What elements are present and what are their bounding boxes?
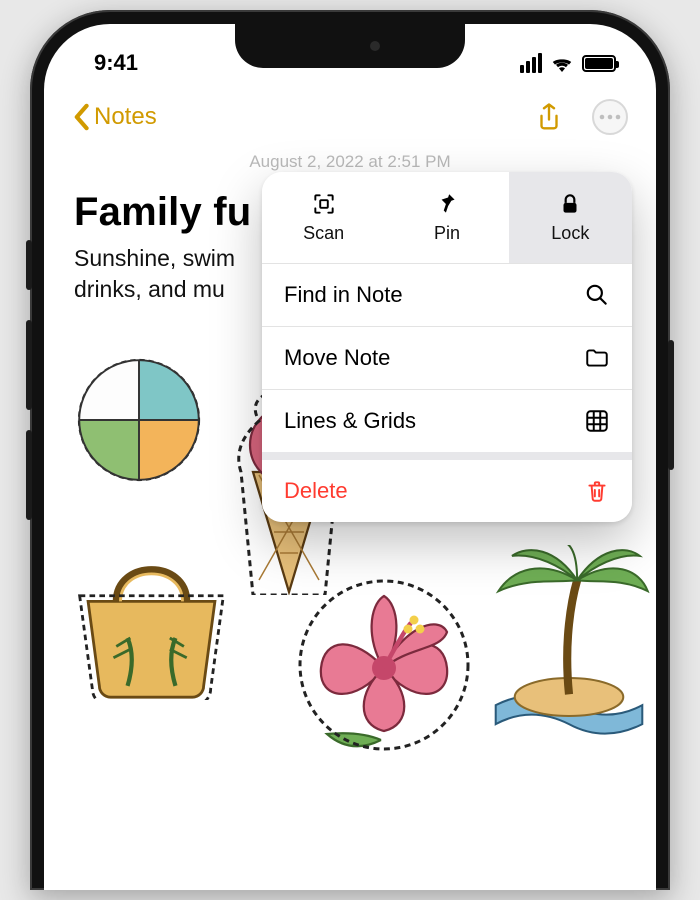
screen: 9:41 Notes (44, 24, 656, 890)
move-note-row[interactable]: Move Note (262, 326, 632, 389)
search-icon (584, 282, 610, 308)
lock-button[interactable]: Lock (509, 172, 632, 263)
menu-list: Find in Note Move Note Lines & Grids Del… (262, 264, 632, 522)
side-button (26, 430, 32, 520)
menu-top-row: Scan Pin Lock (262, 172, 632, 264)
pin-icon (434, 191, 460, 217)
lock-icon (557, 191, 583, 217)
context-menu: Scan Pin Lock Find in Note (262, 172, 632, 522)
lines-grids-row[interactable]: Lines & Grids (262, 389, 632, 452)
scan-icon (311, 191, 337, 217)
side-button (26, 240, 32, 290)
scan-button[interactable]: Scan (262, 172, 385, 263)
pin-button[interactable]: Pin (385, 172, 508, 263)
side-button (26, 320, 32, 410)
device-frame: 9:41 Notes (30, 10, 670, 890)
delete-row[interactable]: Delete (262, 452, 632, 522)
grid-icon (584, 408, 610, 434)
trash-icon (584, 478, 610, 504)
side-button (668, 340, 674, 470)
folder-icon (584, 345, 610, 371)
find-in-note-row[interactable]: Find in Note (262, 264, 632, 326)
